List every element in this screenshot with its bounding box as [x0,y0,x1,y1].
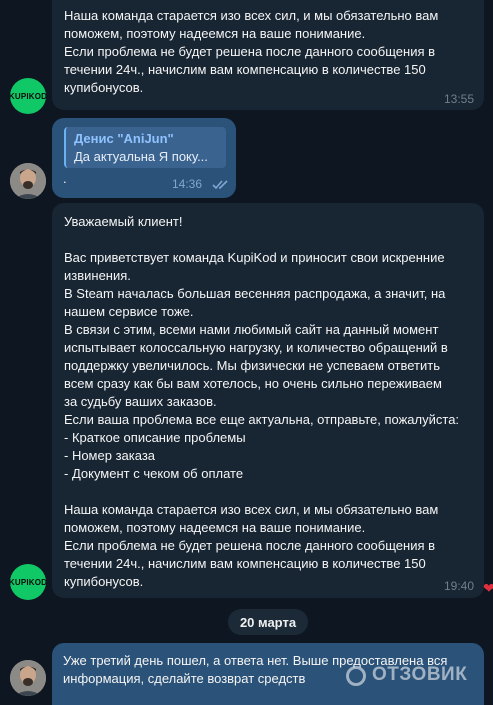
user-photo-icon [10,163,46,199]
date-divider: 20 марта [228,609,308,635]
message-bubble[interactable]: Уважаемый клиент! Вас приветствует коман… [52,203,484,598]
double-check-icon [212,180,228,190]
kupikod-logo: KUPIKOD [10,577,46,587]
heart-reaction-icon[interactable]: ❤ [483,580,493,597]
kupikod-logo: KUPIKOD [10,91,46,101]
kupikod-avatar[interactable]: KUPIKOD [10,78,46,114]
message-time: 19:40 [444,579,475,593]
reply-author: Денис "AniJun" [74,131,174,146]
watermark: ОТЗОВИК [372,664,467,686]
reply-preview[interactable]: Денис "AniJun" Да актуальна Я поку... [64,127,226,168]
user-photo-icon [10,660,46,696]
message-text: Наша команда старается изо всех сил, и м… [64,8,439,95]
message-bubble[interactable]: Наша команда старается изо всех сил, и м… [52,0,484,110]
watermark-text: ОТЗОВИК [372,664,468,685]
reply-text: Да актуальна Я поку... [74,149,208,164]
message-text: Уважаемый клиент! Вас приветствует коман… [64,214,460,589]
message-time: 14:36 [172,177,203,191]
user-avatar[interactable] [10,660,46,696]
message-time: 13:55 [444,92,475,106]
user-avatar[interactable] [10,163,46,199]
kupikod-avatar[interactable]: KUPIKOD [10,564,46,600]
watermark-logo-icon [346,666,366,686]
message-text: . [63,171,67,186]
